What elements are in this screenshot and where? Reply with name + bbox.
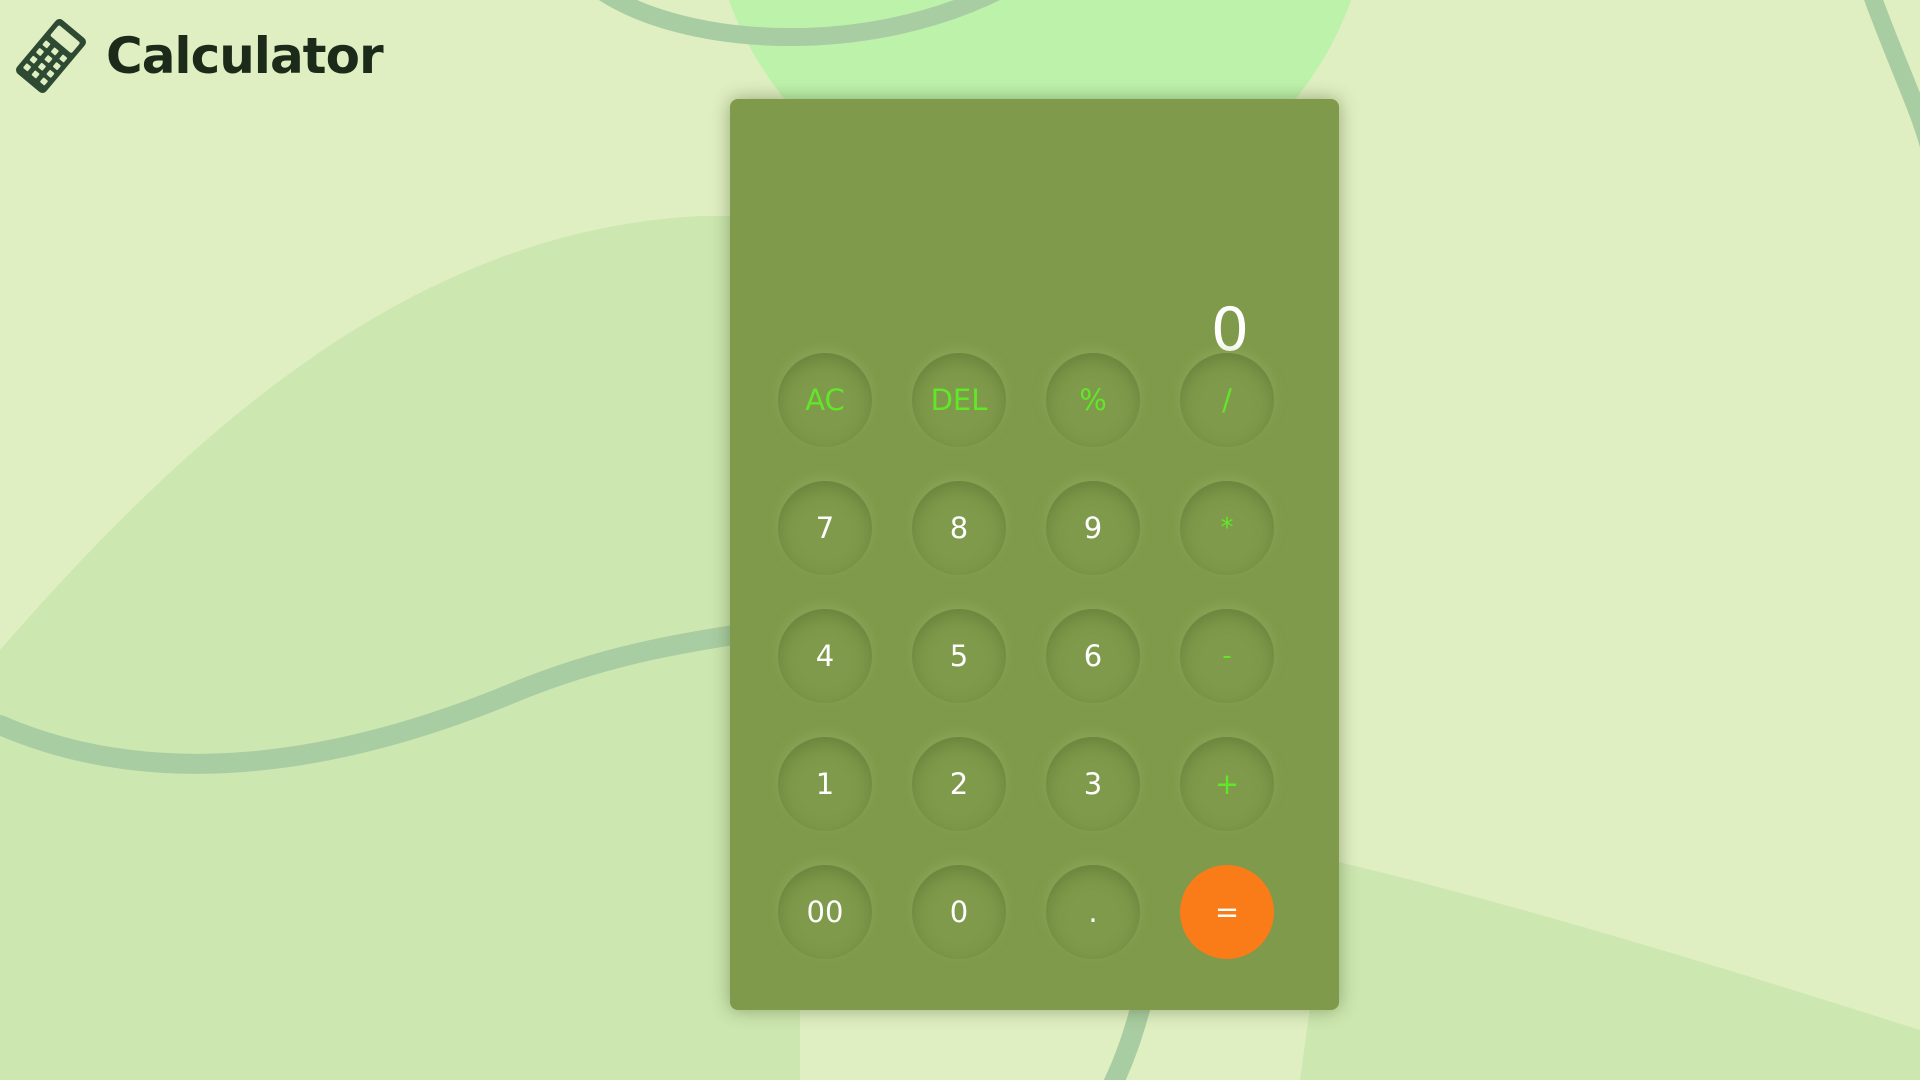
digit-5-button[interactable]: 5 bbox=[912, 609, 1006, 703]
digit-7-button[interactable]: 7 bbox=[778, 481, 872, 575]
digit-2-button[interactable]: 2 bbox=[912, 737, 1006, 831]
double-zero-button[interactable]: 00 bbox=[778, 865, 872, 959]
percent-button[interactable]: % bbox=[1046, 353, 1140, 447]
decimal-point-button[interactable]: . bbox=[1046, 865, 1140, 959]
calculator-panel: 0 AC DEL%/7 8 9 * 4 5 6-1 2 3 +00 0. = bbox=[730, 99, 1339, 1010]
digit-9-button[interactable]: 9 bbox=[1046, 481, 1140, 575]
multiply-button[interactable]: * bbox=[1180, 481, 1274, 575]
app-header: Calculator bbox=[10, 15, 384, 97]
subtract-button[interactable]: - bbox=[1180, 609, 1274, 703]
digit-0-button[interactable]: 0 bbox=[912, 865, 1006, 959]
digit-6-button[interactable]: 6 bbox=[1046, 609, 1140, 703]
calculator-icon bbox=[15, 19, 87, 93]
digit-4-button[interactable]: 4 bbox=[778, 609, 872, 703]
digit-1-button[interactable]: 1 bbox=[778, 737, 872, 831]
background-blob-right bbox=[1300, 860, 1920, 1080]
digit-8-button[interactable]: 8 bbox=[912, 481, 1006, 575]
add-button[interactable]: + bbox=[1180, 737, 1274, 831]
digit-3-button[interactable]: 3 bbox=[1046, 737, 1140, 831]
background-wave-right bbox=[1864, 0, 1920, 148]
app-title: Calculator bbox=[106, 27, 384, 85]
delete-button[interactable]: DEL bbox=[912, 353, 1006, 447]
equals-button[interactable]: = bbox=[1180, 865, 1274, 959]
all-clear-button[interactable]: AC bbox=[778, 353, 872, 447]
divide-button[interactable]: / bbox=[1180, 353, 1274, 447]
